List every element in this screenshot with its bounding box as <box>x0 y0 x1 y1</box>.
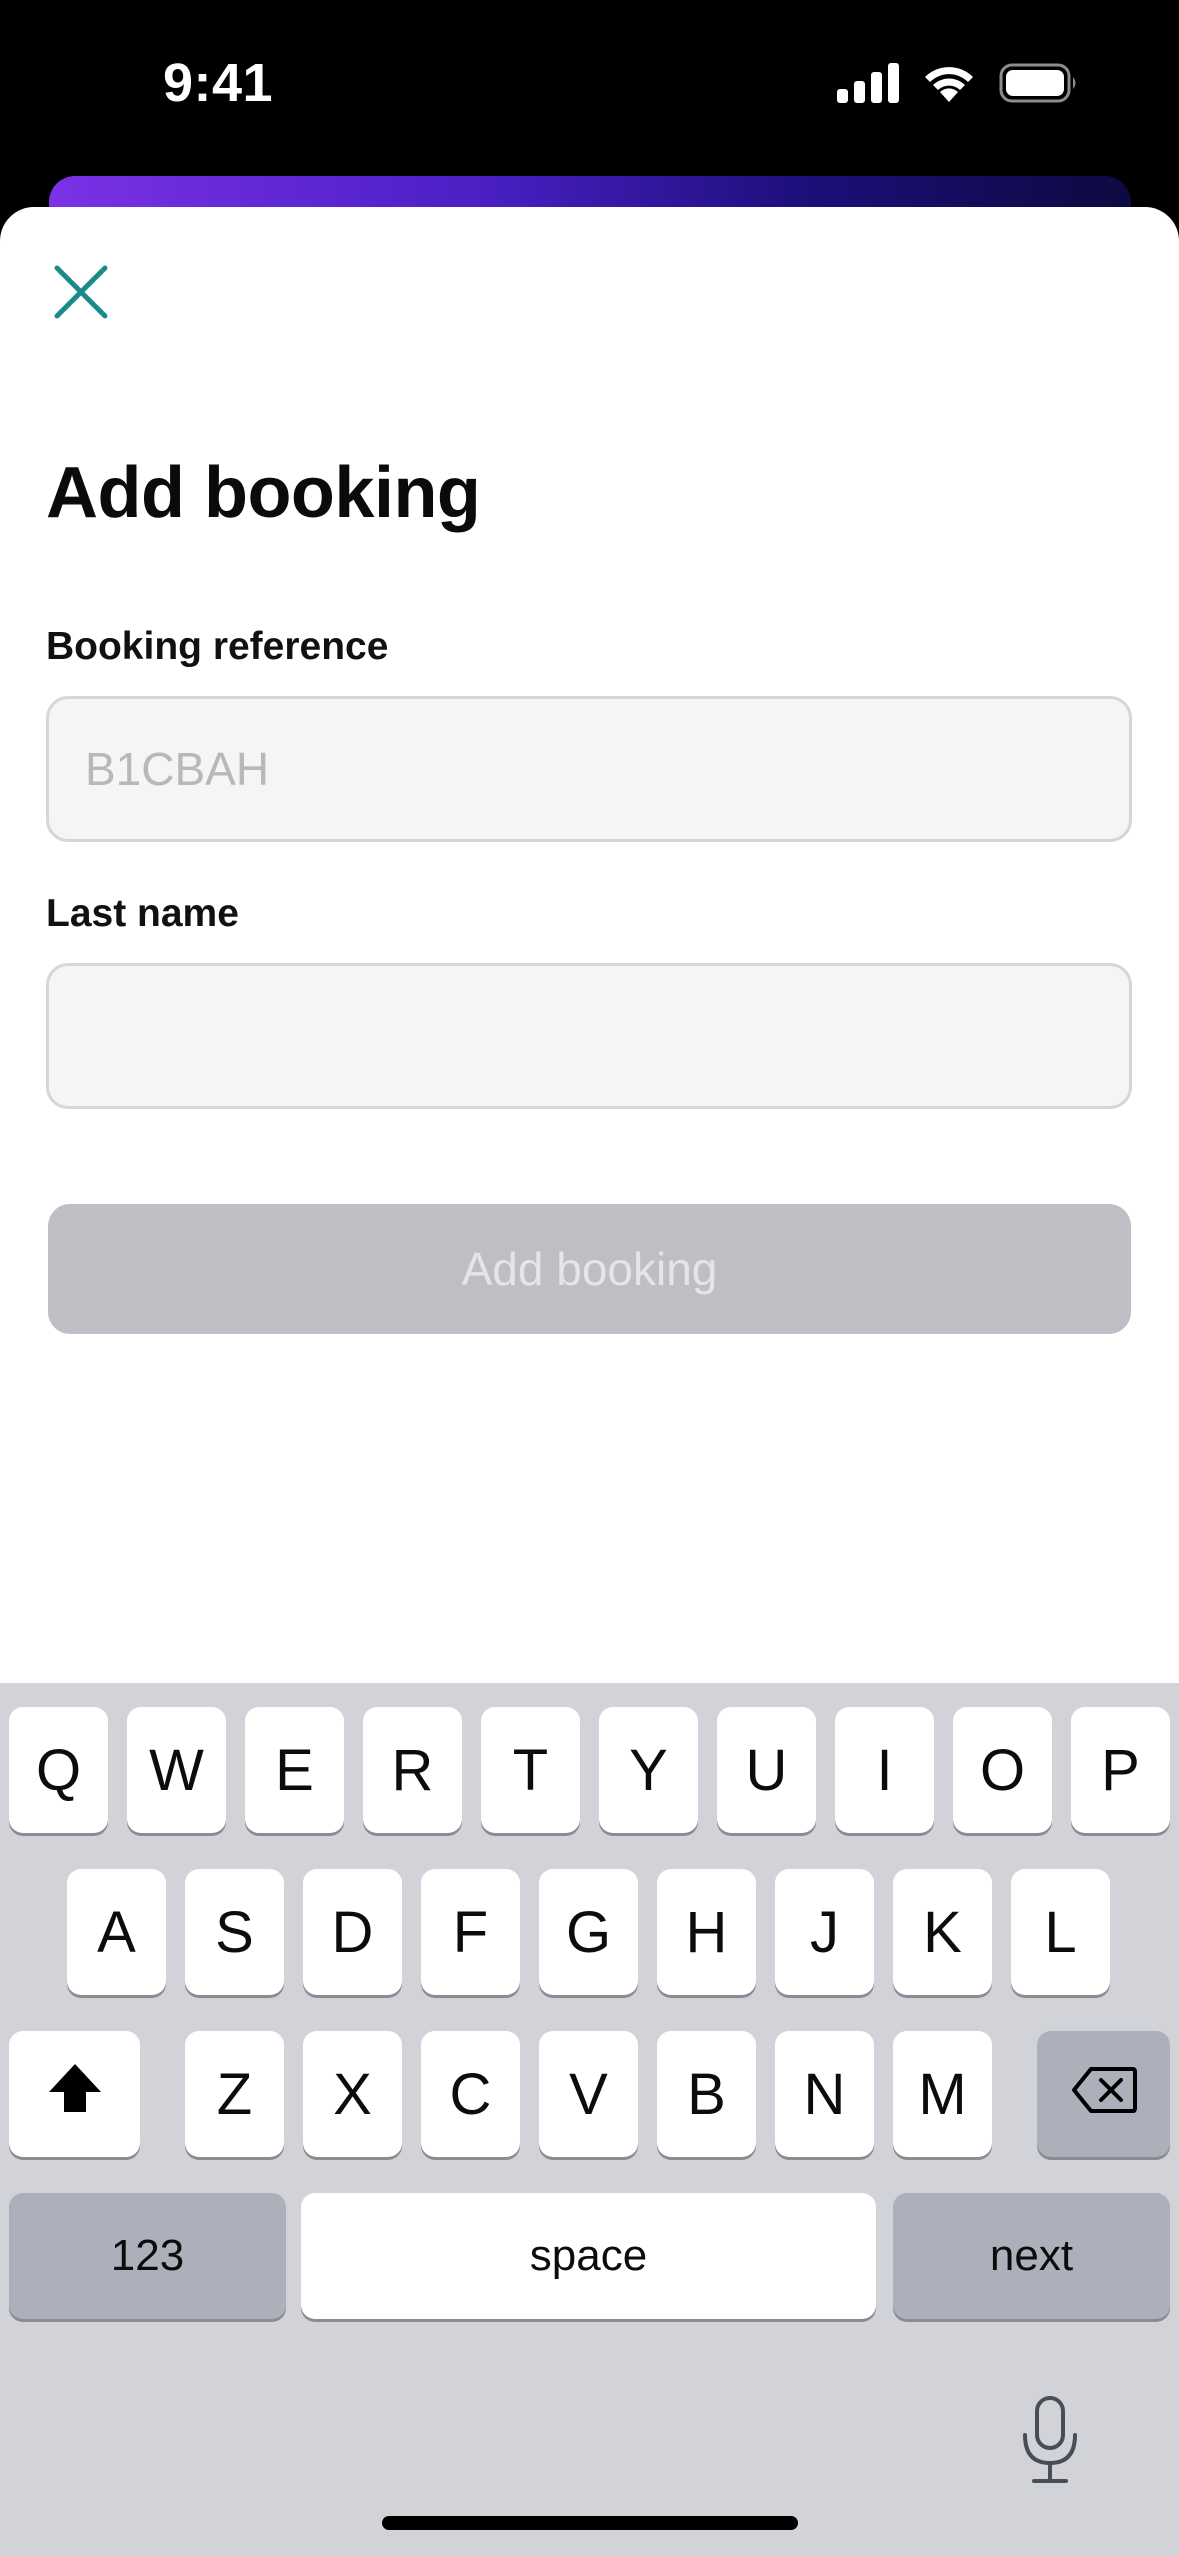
cellular-signal-icon <box>837 63 899 108</box>
key-l[interactable]: L <box>1011 1869 1110 1995</box>
status-bar: 9:41 <box>0 0 1179 180</box>
page-title: Add booking <box>46 453 481 533</box>
battery-icon <box>999 63 1079 108</box>
key-s[interactable]: S <box>185 1869 284 1995</box>
key-v[interactable]: V <box>539 2031 638 2157</box>
status-icons <box>837 62 1079 109</box>
key-m[interactable]: M <box>893 2031 992 2157</box>
key-b[interactable]: B <box>657 2031 756 2157</box>
key-p[interactable]: P <box>1071 1707 1170 1833</box>
key-g[interactable]: G <box>539 1869 638 1995</box>
key-j[interactable]: J <box>775 1869 874 1995</box>
home-indicator[interactable] <box>382 2516 798 2530</box>
key-e[interactable]: E <box>245 1707 344 1833</box>
key-x[interactable]: X <box>303 2031 402 2157</box>
key-o[interactable]: O <box>953 1707 1052 1833</box>
key-k[interactable]: K <box>893 1869 992 1995</box>
add-booking-button[interactable]: Add booking <box>48 1204 1131 1334</box>
key-q[interactable]: Q <box>9 1707 108 1833</box>
key-h[interactable]: H <box>657 1869 756 1995</box>
last-name-label: Last name <box>46 892 239 935</box>
shift-icon <box>47 2061 103 2128</box>
key-c[interactable]: C <box>421 2031 520 2157</box>
key-u[interactable]: U <box>717 1707 816 1833</box>
status-time: 9:41 <box>163 53 274 113</box>
microphone-icon <box>1020 2395 1080 2490</box>
dictation-button[interactable] <box>1010 2387 1090 2497</box>
keyboard: Q W E R T Y U I O P A S D F G H J K L Z … <box>0 1683 1179 2556</box>
close-icon <box>51 262 111 327</box>
key-a[interactable]: A <box>67 1869 166 1995</box>
key-r[interactable]: R <box>363 1707 462 1833</box>
next-key[interactable]: next <box>893 2193 1170 2319</box>
space-key[interactable]: space <box>301 2193 876 2319</box>
numbers-key[interactable]: 123 <box>9 2193 286 2319</box>
key-w[interactable]: W <box>127 1707 226 1833</box>
booking-reference-label: Booking reference <box>46 625 389 668</box>
key-z[interactable]: Z <box>185 2031 284 2157</box>
key-t[interactable]: T <box>481 1707 580 1833</box>
key-d[interactable]: D <box>303 1869 402 1995</box>
close-button[interactable] <box>48 261 114 327</box>
key-y[interactable]: Y <box>599 1707 698 1833</box>
backspace-icon <box>1071 2061 1137 2128</box>
key-i[interactable]: I <box>835 1707 934 1833</box>
shift-key[interactable] <box>9 2031 140 2157</box>
booking-reference-input[interactable] <box>46 696 1132 842</box>
key-f[interactable]: F <box>421 1869 520 1995</box>
wifi-icon <box>921 62 977 109</box>
last-name-input[interactable] <box>46 963 1132 1109</box>
delete-key[interactable] <box>1037 2031 1170 2157</box>
key-n[interactable]: N <box>775 2031 874 2157</box>
